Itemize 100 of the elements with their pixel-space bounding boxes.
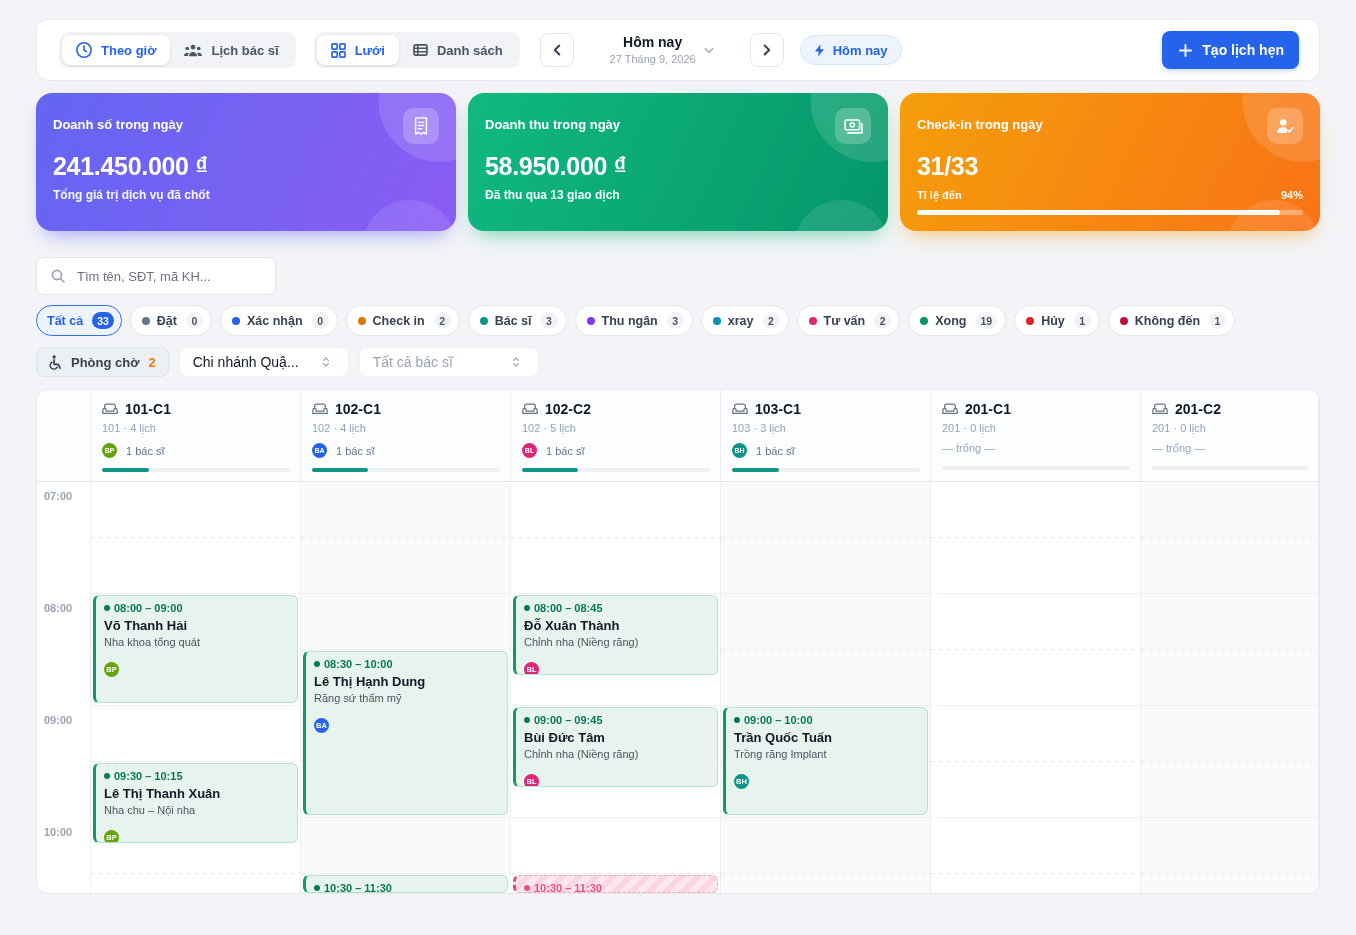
empty-label: — trống — <box>942 441 997 456</box>
filter-chip[interactable]: Thu ngân 3 <box>574 305 693 336</box>
armchair-icon <box>942 403 958 415</box>
filter-chip[interactable]: Hủy 1 <box>1014 305 1100 336</box>
count-badge: 19 <box>975 312 998 329</box>
stat-subtitle: Tổng giá trị dịch vụ đã chốt <box>53 188 211 203</box>
wheelchair-icon <box>49 354 62 370</box>
view-mode-tab[interactable]: Lịch bác sĩ <box>170 35 293 65</box>
progress-label: Tỉ lệ đến <box>917 188 962 203</box>
room-meta: 102 · 5 lịch <box>522 421 577 435</box>
status-dot-icon <box>524 717 530 723</box>
status-dot-icon <box>524 885 530 891</box>
service-name: Nha chu – Nội nha <box>104 803 197 817</box>
appointment-time: 08:00 – 08:45 <box>534 602 603 614</box>
room-meta: 102 · 4 lịch <box>312 421 367 435</box>
service-name: Răng sứ thẩm mỹ <box>314 691 403 705</box>
time-label: 09:00 <box>43 713 74 727</box>
patient-name: Lê Thị Hạnh Dung <box>314 674 427 690</box>
stat-value: 241.450.000 ₫ <box>53 152 209 180</box>
appointment-time: 08:30 – 10:00 <box>324 658 393 670</box>
branch-select[interactable]: Chi nhánh Quậ... <box>178 347 349 377</box>
next-day-button[interactable] <box>749 33 784 67</box>
room-name: 201-C2 <box>1175 401 1221 417</box>
view-mode-tab[interactable]: Theo giờ <box>62 35 171 65</box>
date-title: Hôm nay <box>623 34 683 51</box>
receipt-icon <box>403 108 439 144</box>
count-badge: 2 <box>874 312 892 329</box>
count-badge: 1 <box>1073 312 1091 329</box>
waiting-count: 2 <box>148 354 156 370</box>
filter-chip[interactable]: Xong 19 <box>908 305 1007 336</box>
room-meta: 101 · 4 lịch <box>102 421 157 435</box>
armchair-icon <box>102 403 118 415</box>
count-badge: 3 <box>540 312 558 329</box>
user-check-icon <box>1267 108 1303 144</box>
filter-chip[interactable]: Tư vấn 2 <box>796 305 901 336</box>
chevron-up-down-icon <box>321 356 330 368</box>
patient-name: Trần Quốc Tuấn <box>734 730 833 746</box>
status-dot-icon <box>524 605 530 611</box>
time-label: 07:00 <box>43 489 74 503</box>
room-meta: 201 · 0 lịch <box>1152 421 1207 435</box>
filter-chip[interactable]: Bác sĩ 3 <box>467 305 567 336</box>
search-icon <box>51 269 65 283</box>
status-dot-icon <box>104 605 110 611</box>
layout-tab[interactable]: Danh sách <box>398 35 517 65</box>
armchair-icon <box>732 403 748 415</box>
chevron-up-down-icon <box>511 356 520 368</box>
room-name: 102-C2 <box>545 401 591 417</box>
room-meta: 201 · 0 lịch <box>942 421 997 435</box>
filter-chip[interactable]: Check in 2 <box>345 305 460 336</box>
service-name: Chỉnh nha (Niềng răng) <box>524 747 640 761</box>
count-badge: 3 <box>666 312 684 329</box>
stat-subtitle: Đã thu qua 13 giao dịch <box>485 188 621 203</box>
time-label: 08:00 <box>43 601 74 615</box>
grid-icon <box>330 42 346 58</box>
patient-name: Lê Thị Thanh Xuân <box>104 786 222 802</box>
filter-chip[interactable]: Tất cả 33 <box>36 305 122 336</box>
count-badge: 2 <box>433 312 451 329</box>
status-dot-icon <box>734 717 740 723</box>
waiting-room-chip[interactable]: Phòng chờ 2 <box>36 347 169 377</box>
stat-value: 58.950.000 ₫ <box>485 152 628 180</box>
appointment-time: 09:00 – 10:00 <box>744 714 813 726</box>
stat-value: 31/33 <box>917 152 980 180</box>
time-label: 10:00 <box>43 825 74 839</box>
filter-chip[interactable]: Xác nhận 0 <box>220 305 338 336</box>
filter-chip[interactable]: xray 2 <box>700 305 789 336</box>
appointment-time: 09:00 – 09:45 <box>534 714 603 726</box>
today-button[interactable]: Hôm nay <box>799 35 902 65</box>
list-icon <box>412 44 428 56</box>
layout-tab[interactable]: Lưới <box>316 35 399 65</box>
status-dot-icon <box>314 661 320 667</box>
lightning-icon <box>814 43 824 57</box>
status-dot-icon <box>314 885 320 891</box>
count-badge: 1 <box>1209 312 1227 329</box>
armchair-icon <box>1152 403 1168 415</box>
filter-chip[interactable]: Không đến 1 <box>1107 305 1236 336</box>
stat-title: Check-in trong ngày <box>917 117 1044 133</box>
count-badge: 0 <box>186 312 203 329</box>
filter-chip[interactable]: Đặt 0 <box>129 305 212 336</box>
appointment-time: 10:30 – 11:30 <box>324 882 392 892</box>
progress-percent: 94% <box>1280 188 1303 203</box>
patient-name: Đỗ Xuân Thành <box>524 618 621 634</box>
clock-icon <box>76 42 92 58</box>
appointment-time: 08:00 – 09:00 <box>114 602 183 614</box>
banknote-icon <box>835 108 871 144</box>
doctor-count: 1 bác sĩ <box>336 444 375 457</box>
armchair-icon <box>522 403 538 415</box>
empty-label: — trống — <box>1152 441 1207 456</box>
create-appointment-button[interactable]: Tạo lịch hẹn <box>1162 31 1299 69</box>
room-name: 102-C1 <box>335 401 381 417</box>
users-icon <box>184 43 203 57</box>
plus-icon <box>1179 43 1193 57</box>
count-badge: 0 <box>311 312 329 329</box>
armchair-icon <box>312 403 328 415</box>
stat-title: Doanh thu trong ngày <box>485 117 622 133</box>
appointment-time: 10:30 – 11:30 <box>534 882 602 892</box>
appointment-card[interactable]: 10:30 – 11:30 <box>303 875 508 893</box>
patient-name: Võ Thanh Hải <box>104 618 189 634</box>
previous-day-button[interactable] <box>539 33 574 67</box>
search-field[interactable]: Tìm tên, SĐT, mã KH... <box>36 257 276 295</box>
room-meta: 103 · 3 lịch <box>732 421 787 435</box>
